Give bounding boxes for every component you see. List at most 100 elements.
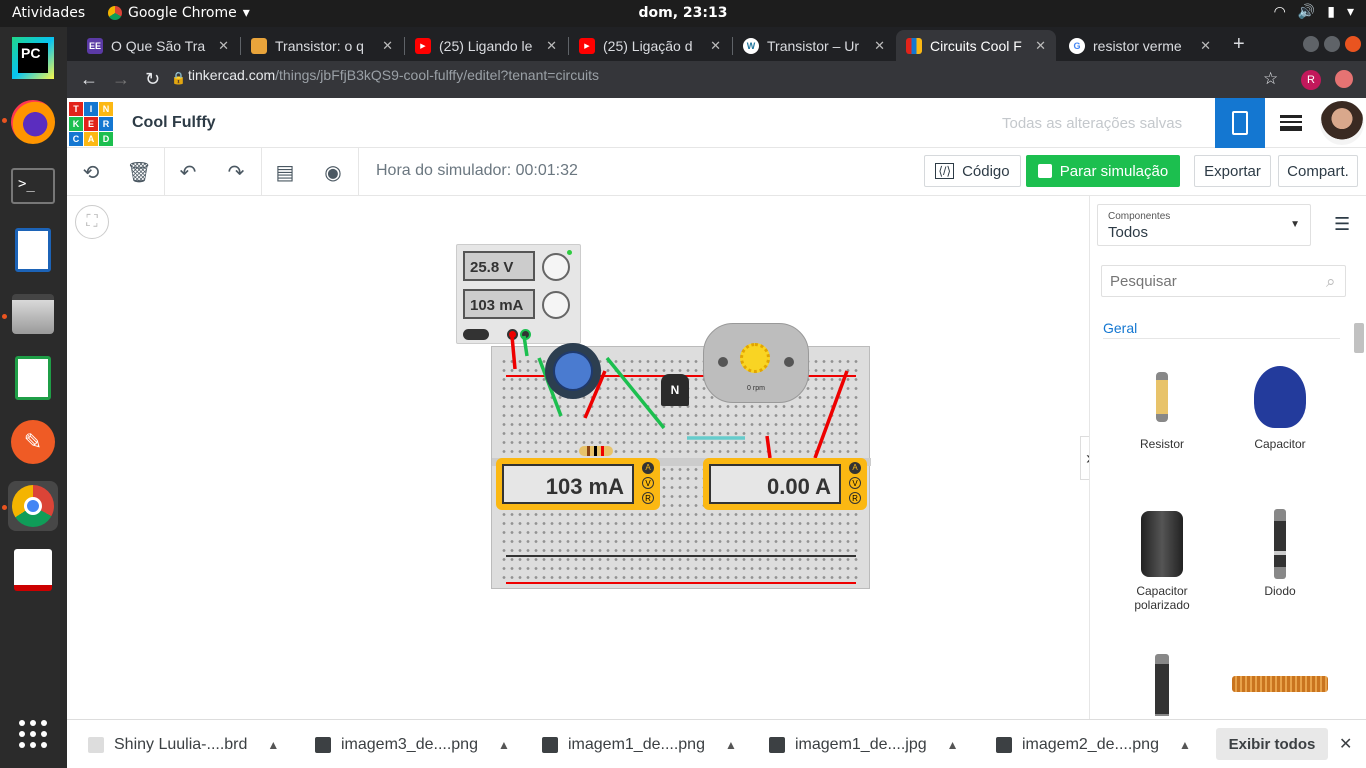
close-icon[interactable]: ✕	[1339, 734, 1352, 754]
undo-icon[interactable]: ↶	[176, 160, 200, 184]
component-diode[interactable]: Diodo	[1225, 504, 1335, 598]
eye-icon[interactable]: ◉	[321, 160, 345, 184]
profile-r-icon[interactable]: R	[1301, 70, 1321, 90]
circuit-view-button[interactable]	[1215, 98, 1265, 148]
files-launcher[interactable]	[8, 289, 58, 339]
circuit-canvas[interactable]: ⛶ 25.8 V 103 mA N 0 rpm 103 mA A V R 0.0…	[67, 196, 1098, 719]
minimize-icon[interactable]	[1303, 36, 1319, 52]
reload-icon[interactable]: ↻	[145, 69, 160, 90]
mode-v-icon[interactable]: V	[849, 477, 861, 489]
tinkercad-logo[interactable]: T I N K E R C A D	[69, 102, 113, 146]
chevron-up-icon[interactable]: ▲	[947, 738, 959, 752]
npn-transistor[interactable]: N	[661, 374, 689, 406]
pdf-reader-launcher[interactable]	[8, 545, 58, 595]
schematic-view-button[interactable]	[1265, 98, 1315, 148]
close-window-icon[interactable]	[1345, 36, 1361, 52]
show-apps-button[interactable]	[8, 709, 58, 759]
chrome-icon	[12, 485, 54, 527]
writer-launcher[interactable]	[8, 225, 58, 275]
mode-r-icon[interactable]: R	[642, 492, 654, 504]
search-icon[interactable]: ⌕	[1326, 272, 1336, 292]
address-bar[interactable]: tinkercad.com/things/jbFfjB3kQS9-cool-fu…	[188, 67, 599, 83]
terminal-icon: >_	[11, 168, 55, 204]
potentiometer[interactable]	[545, 343, 601, 399]
back-arrow-icon[interactable]: ←	[80, 69, 98, 90]
multimeter-2[interactable]: 0.00 A A V R	[703, 458, 867, 510]
wire-green-1[interactable]	[522, 335, 529, 357]
pycharm-launcher[interactable]: PC	[8, 33, 58, 83]
multimeter-1[interactable]: 103 mA A V R	[496, 458, 660, 510]
close-icon[interactable]: ✕	[710, 38, 721, 54]
share-button[interactable]: Compart.	[1278, 155, 1358, 187]
tab-ligacao[interactable]: ▶ (25) Ligação d ✕	[569, 30, 731, 61]
system-tray[interactable]: ◠ 🔊 ▮ ▾	[1274, 4, 1354, 20]
show-all-downloads-button[interactable]: Exibir todos	[1216, 728, 1328, 760]
mode-a-icon[interactable]: A	[849, 462, 861, 474]
close-icon[interactable]: ✕	[546, 38, 557, 54]
mode-r-icon[interactable]: R	[849, 492, 861, 504]
new-tab-button[interactable]: +	[1233, 33, 1245, 56]
close-icon[interactable]: ✕	[382, 38, 393, 54]
chevron-up-icon[interactable]: ▲	[1179, 738, 1191, 752]
list-view-icon[interactable]: ☰	[1334, 214, 1350, 235]
calc-launcher[interactable]	[8, 353, 58, 403]
rotate-icon[interactable]: ⟲	[79, 160, 103, 184]
tab-resistor[interactable]: G resistor verme ✕	[1059, 30, 1221, 61]
tab-transistor-ur[interactable]: W Transistor – Ur ✕	[733, 30, 895, 61]
redo-icon[interactable]: ↷	[224, 160, 248, 184]
component-inductor[interactable]	[1225, 664, 1335, 704]
save-status: Todas as alterações salvas	[1002, 115, 1183, 132]
list-view-icon	[1280, 115, 1302, 131]
wire-red-3[interactable]	[813, 370, 849, 459]
dc-motor[interactable]: 0 rpm	[703, 323, 809, 403]
chevron-up-icon[interactable]: ▲	[267, 738, 279, 752]
download-item[interactable]: imagem1_de....jpg ▲	[769, 720, 959, 768]
stop-simulation-button[interactable]: Parar simulação	[1026, 155, 1180, 187]
wire-red-4[interactable]	[765, 435, 772, 459]
component-zener-diode[interactable]	[1107, 644, 1217, 716]
tab-transistor-o[interactable]: Transistor: o q ✕	[241, 30, 403, 61]
extension-icon[interactable]	[1335, 70, 1353, 88]
download-item[interactable]: imagem3_de....png ▲	[315, 720, 510, 768]
mode-v-icon[interactable]: V	[642, 477, 654, 489]
download-item[interactable]: imagem1_de....png ▲	[542, 720, 737, 768]
tab-circuits[interactable]: Circuits Cool F ✕	[896, 30, 1056, 61]
window-controls	[1303, 36, 1361, 52]
star-icon[interactable]: ☆	[1263, 69, 1278, 89]
component-capacitor[interactable]: Capacitor	[1225, 357, 1335, 451]
postman-launcher[interactable]: ✎	[8, 417, 58, 467]
forward-arrow-icon[interactable]: →	[112, 69, 130, 90]
trash-icon[interactable]: 🗑	[126, 160, 151, 184]
project-name[interactable]: Cool Fulffy	[132, 114, 216, 132]
close-icon[interactable]: ✕	[1200, 38, 1211, 54]
close-icon[interactable]: ✕	[218, 38, 229, 54]
panel-scrollbar[interactable]	[1354, 323, 1364, 719]
tab-ligando[interactable]: ▶ (25) Ligando le ✕	[405, 30, 567, 61]
export-button[interactable]: Exportar	[1194, 155, 1271, 187]
resistor-on-board[interactable]	[579, 446, 613, 456]
close-icon[interactable]: ✕	[874, 38, 885, 54]
firefox-launcher[interactable]	[8, 97, 58, 147]
download-item[interactable]: imagem2_de....png ▲	[996, 720, 1191, 768]
wire-red-1[interactable]	[510, 335, 517, 370]
terminal-launcher[interactable]: >_	[8, 161, 58, 211]
wire-green-3[interactable]	[605, 356, 666, 430]
maximize-icon[interactable]	[1324, 36, 1340, 52]
tab-o-que-sao[interactable]: EE O Que São Tra ✕	[77, 30, 239, 61]
document-icon	[15, 228, 51, 272]
code-button[interactable]: ⟨/⟩ Código	[924, 155, 1021, 187]
file-icon	[88, 736, 104, 753]
chevron-up-icon[interactable]: ▲	[725, 738, 737, 752]
search-input[interactable]	[1101, 265, 1346, 297]
chevron-up-icon[interactable]: ▲	[498, 738, 510, 752]
clock[interactable]: dom, 23:13	[0, 5, 1366, 21]
chrome-launcher[interactable]	[8, 481, 58, 531]
components-select[interactable]: Componentes Todos ▼	[1097, 204, 1311, 246]
close-icon[interactable]: ✕	[1035, 38, 1046, 54]
component-resistor[interactable]: Resistor	[1107, 357, 1217, 451]
component-polarized-capacitor[interactable]: Capacitor polarizado	[1107, 504, 1217, 612]
download-item[interactable]: Shiny Luulia-....brd ▲	[88, 720, 279, 768]
user-avatar[interactable]	[1320, 101, 1364, 145]
mode-a-icon[interactable]: A	[642, 462, 654, 474]
notes-icon[interactable]: ▤	[273, 160, 297, 184]
